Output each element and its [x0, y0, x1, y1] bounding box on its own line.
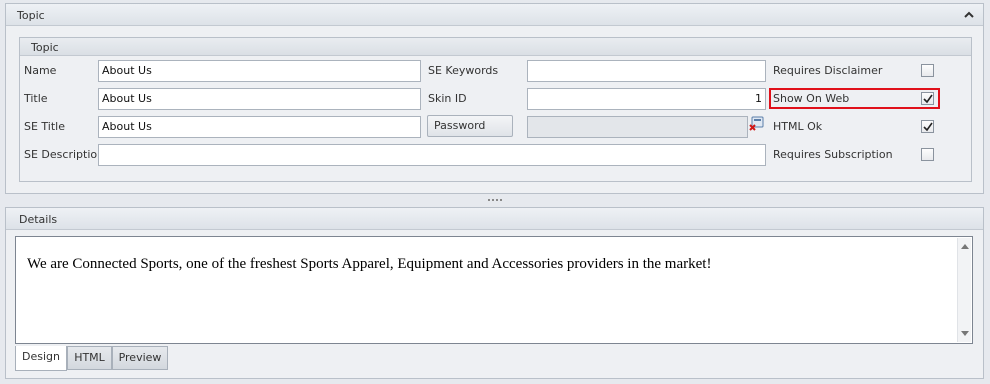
requires-disclaimer-checkbox[interactable]	[921, 64, 934, 77]
scroll-up-icon[interactable]	[961, 244, 969, 249]
details-panel-header: Details	[6, 208, 983, 230]
se-title-input[interactable]: About Us	[98, 116, 421, 138]
skin-id-input[interactable]: 1	[527, 88, 766, 110]
title-label: Title	[24, 92, 48, 105]
skin-id-label: Skin ID	[428, 92, 467, 105]
name-label: Name	[24, 64, 57, 77]
html-ok-checkbox[interactable]	[921, 120, 934, 133]
html-ok-label: HTML Ok	[773, 120, 823, 133]
topic-group-header: Topic	[20, 38, 971, 56]
password-input	[527, 116, 748, 138]
clear-password-icon[interactable]	[749, 116, 765, 132]
topic-group-title: Topic	[31, 41, 59, 54]
details-editor[interactable]: We are Connected Sports, one of the fres…	[15, 236, 973, 344]
se-keywords-label: SE Keywords	[428, 64, 499, 77]
topic-panel-header[interactable]: Topic	[6, 4, 983, 26]
se-description-input[interactable]	[98, 144, 766, 166]
show-on-web-checkbox[interactable]	[921, 92, 934, 105]
se-description-label: SE Description	[24, 148, 105, 161]
se-keywords-input[interactable]	[527, 60, 766, 82]
name-input[interactable]: About Us	[98, 60, 421, 82]
password-button[interactable]: Password	[427, 115, 513, 137]
splitter-grip-icon[interactable]	[488, 199, 502, 202]
checkmark-icon	[923, 122, 933, 132]
se-title-label: SE Title	[24, 120, 66, 133]
topic-panel-title: Topic	[17, 9, 45, 22]
scroll-down-icon[interactable]	[961, 331, 969, 336]
requires-disclaimer-label: Requires Disclaimer	[773, 64, 883, 77]
details-panel-title: Details	[19, 213, 58, 226]
details-content[interactable]: We are Connected Sports, one of the fres…	[27, 256, 711, 273]
tab-preview[interactable]: Preview	[112, 346, 168, 370]
chevron-up-icon[interactable]	[963, 9, 975, 21]
show-on-web-label: Show On Web	[773, 92, 850, 105]
tab-design[interactable]: Design	[15, 346, 67, 371]
requires-subscription-checkbox[interactable]	[921, 148, 934, 161]
tab-html[interactable]: HTML	[67, 346, 112, 370]
editor-scrollbar[interactable]	[957, 238, 971, 342]
requires-subscription-label: Requires Subscription	[773, 148, 893, 161]
checkmark-icon	[923, 94, 933, 104]
title-input[interactable]: About Us	[98, 88, 421, 110]
